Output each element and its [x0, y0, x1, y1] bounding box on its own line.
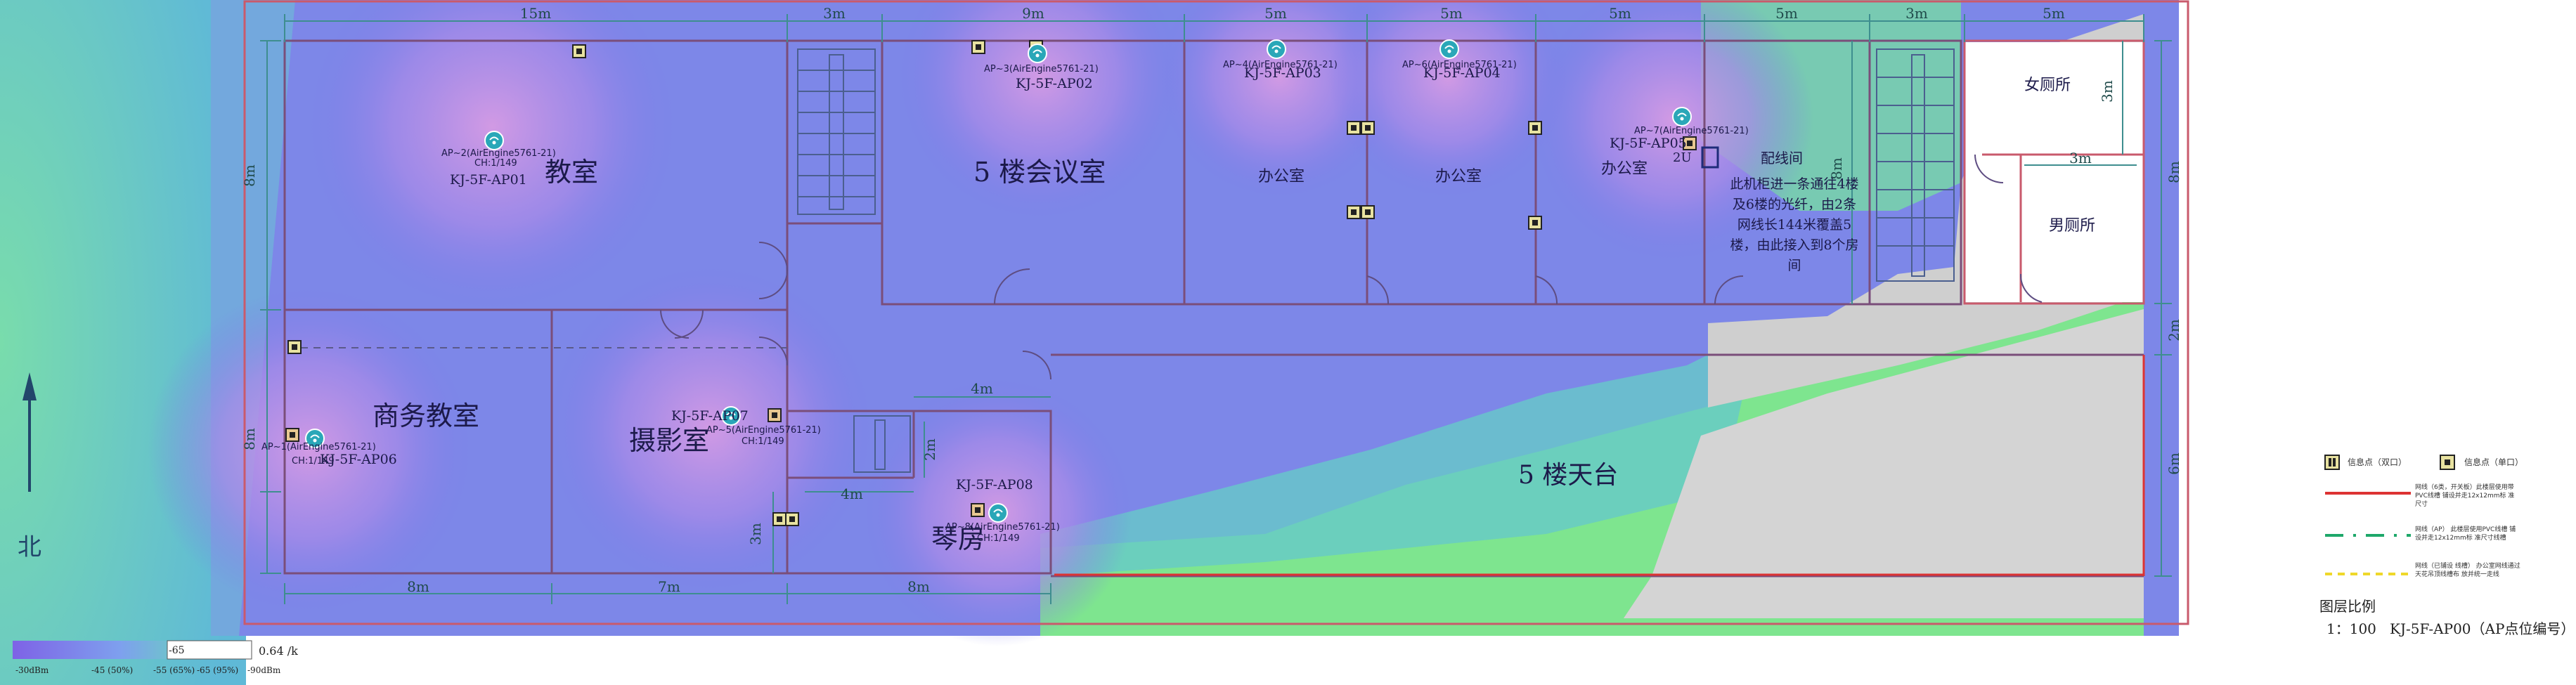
dim-right-8m: 8m [2166, 161, 2182, 183]
legend-scale-title: 图层比例 [2319, 598, 2376, 615]
ap-id-label: KJ-5F-AP04 [1423, 65, 1501, 81]
ap-model-label: AP~1(AirEngine5761-21) [261, 442, 376, 452]
ap-model-label: AP~8(AirEngine5761-21) [945, 522, 1060, 533]
room-terrace: 5 楼天台 [1518, 461, 1618, 490]
ap-id-label: KJ-5F-AP08 [956, 477, 1033, 492]
room-classroom: 教室 [545, 157, 598, 188]
legend: 信息点（双口） 信息点（单口） 网线（6类，开关板）此楼层使用带PVC线槽 铺设… [2319, 455, 2575, 637]
ap-model-label: AP~5(AirEngine5761-21) [706, 425, 821, 436]
room-conference: 5 楼会议室 [973, 157, 1106, 188]
dim-toilet-3m-b: 3m [2069, 150, 2092, 167]
ap-model-label: AP~3(AirEngine5761-21) [984, 64, 1099, 74]
dim-top-2: 9m [1022, 5, 1044, 22]
dim-right-6m: 6m [2166, 452, 2182, 475]
legend-item-0: 信息点（双口） [2324, 455, 2407, 470]
dim-top-8: 5m [2043, 5, 2065, 22]
scale-tick-2: -55 (65%) [153, 665, 195, 675]
rack-label: 2U [1673, 150, 1692, 165]
dim-top-6: 5m [1775, 5, 1798, 22]
dim-left-1: 8m [241, 428, 258, 450]
dim-inner-4m: 4m [971, 380, 993, 397]
legend-item-4: 网线（已铺设 线槽） 办公室网线通过 天花吊顶线槽布 放并统一走线 [2325, 563, 2520, 578]
info-point-icon [1347, 121, 1361, 135]
legend-label-2: 网线（6类，开关板）此楼层使用带PVC线槽 铺设并走12x12mm标 准尺寸 [2415, 484, 2515, 508]
wifi-ap-icon [1267, 39, 1286, 59]
room-business: 商务教室 [373, 400, 479, 431]
legend-label-1: 信息点（单口） [2464, 457, 2523, 467]
wifi-ap-icon [1028, 44, 1047, 63]
dim-bottom-2: 8m [907, 578, 930, 595]
north-label: 北 [18, 533, 41, 561]
room-office-2: 办公室 [1435, 168, 1482, 185]
ap-id-label: KJ-5F-AP01 [450, 172, 527, 188]
legend-label-0: 信息点（双口） [2348, 457, 2407, 467]
info-point-icon [1361, 205, 1375, 219]
info-point-icon [1528, 216, 1542, 230]
scale-tick-1: -45 (50%) [91, 665, 133, 675]
info-point-icon [1361, 121, 1375, 135]
info-point-icon [772, 512, 787, 526]
info-point-icon [287, 340, 302, 354]
dim-top-4: 5m [1440, 5, 1463, 22]
dim-right-2m: 2m [2166, 319, 2182, 341]
legend-label-4: 网线（已铺设 线槽） 办公室网线通过 天花吊顶线槽布 放并统一走线 [2415, 563, 2520, 578]
info-point-icon [768, 408, 782, 422]
legend-scale-value: 1：100 [2326, 620, 2376, 637]
legend-item-1: 信息点（单口） [2440, 455, 2523, 470]
ap-id-label: KJ-5F-AP03 [1244, 65, 1321, 81]
ap-id-label: KJ-5F-AP06 [320, 452, 397, 467]
scale-tick-0: -30dBm [15, 665, 49, 675]
info-point-icon [285, 428, 299, 442]
dim-top-7: 3m [1905, 5, 1928, 22]
dim-top-3: 5m [1264, 5, 1287, 22]
floor-plan-canvas: 15m 3m 9m 5m 5m 5m 5m 3m 5m 8m 7m 8m 8m … [0, 0, 2575, 685]
wiring-note-box: 此机柜进一条通往4楼及6楼的光纤，由2条网线长144米覆盖5楼，由此接入到8个房… [1730, 176, 1859, 273]
room-wiring: 配线间 [1761, 150, 1803, 167]
scale-mid-label: -65 [169, 645, 185, 656]
dim-top-1: 3m [823, 5, 846, 22]
legend-item-3: 网线（AP） 此楼层使用PVC线槽 铺设并走12x12mm标 准尺寸线槽 [2325, 526, 2516, 542]
room-office-1: 办公室 [1258, 168, 1305, 185]
info-point-icon [785, 512, 799, 526]
ap-id-label: KJ-5F-AP02 [1016, 76, 1093, 91]
wifi-ap-icon [1672, 107, 1692, 126]
room-photo: 摄影室 [629, 425, 709, 456]
info-point-icon [971, 503, 985, 517]
wifi-ap-icon [988, 503, 1008, 523]
ap-id-label: KJ-5F-AP05 [1610, 136, 1687, 151]
room-office-3: 办公室 [1601, 160, 1648, 178]
wifi-ap-icon [484, 131, 504, 150]
dim-top-0: 15m [520, 5, 551, 22]
ap-channel-label: CH:1/149 [474, 158, 517, 169]
ap-id-label: KJ-5F-AP07 [671, 408, 749, 424]
scale-right-label: 0.64 /k [259, 644, 298, 658]
info-point-icon [971, 40, 985, 54]
ap-channel-label: CH:1/149 [742, 436, 784, 447]
info-point-icon [1347, 205, 1361, 219]
dim-toilet-3m: 3m [2099, 80, 2116, 103]
info-point-icon [572, 44, 586, 58]
legend-ap-code: KJ-5F-AP00（AP点位编号） [2390, 620, 2575, 637]
dim-bottom-1: 7m [658, 578, 680, 595]
dim-left-0: 8m [241, 164, 258, 187]
ap-model-label: AP~2(AirEngine5761-21) [441, 148, 556, 159]
room-male-wc: 男厕所 [2049, 217, 2095, 235]
dim-bottom-0: 8m [407, 578, 429, 595]
legend-label-3: 网线（AP） 此楼层使用PVC线槽 铺设并走12x12mm标 准尺寸线槽 [2415, 526, 2516, 542]
ap-channel-label: CH:1/149 [977, 533, 1020, 544]
dim-inner-4m-stair: 4m [841, 485, 863, 502]
dim-inner-2m: 2m [921, 438, 938, 461]
scale-tick-3: -65 (95%) [197, 665, 238, 675]
wifi-ap-icon [1439, 39, 1459, 59]
legend-item-2: 网线（6类，开关板）此楼层使用带PVC线槽 铺设并走12x12mm标 准尺寸 [2325, 484, 2515, 508]
room-female-wc: 女厕所 [2024, 77, 2071, 94]
wiring-note: 此机柜进一条通往4楼及6楼的光纤，由2条网线长144米覆盖5楼，由此接入到8个房… [1730, 176, 1859, 273]
scale-tick-4: -90dBm [247, 665, 281, 675]
info-point-icon [1528, 121, 1542, 135]
ap-model-label: AP~7(AirEngine5761-21) [1634, 126, 1749, 136]
dim-top-5: 5m [1609, 5, 1631, 22]
dim-left-2: 3m [747, 523, 764, 545]
